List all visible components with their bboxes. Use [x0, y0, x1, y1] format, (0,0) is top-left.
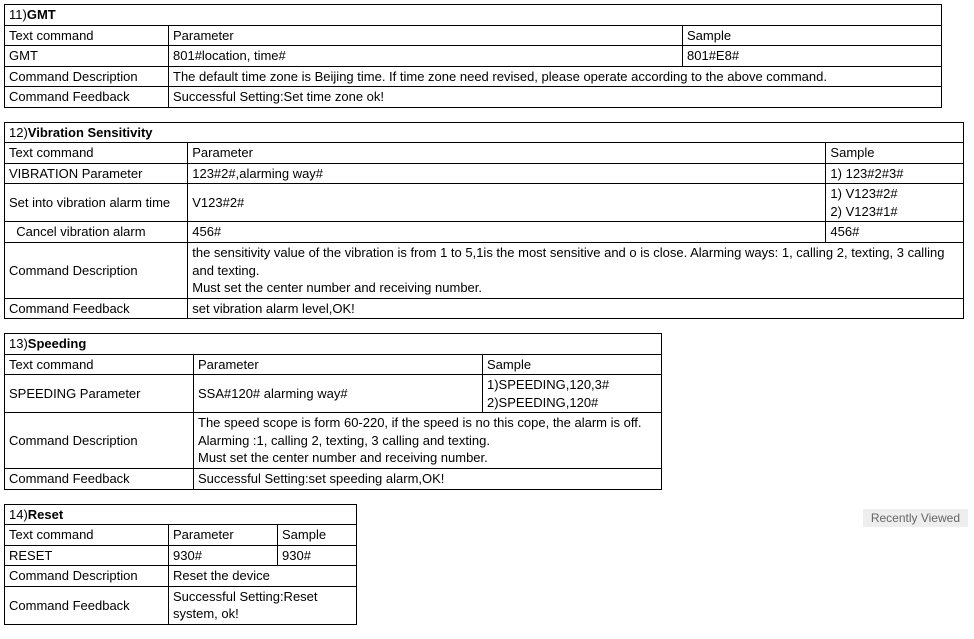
vib-title: Vibration Sensitivity — [28, 125, 153, 140]
rst-h-sample: Sample — [278, 525, 357, 546]
spd-desc: The speed scope is form 60-220, if the s… — [194, 413, 662, 469]
gmt-fb: Successful Setting:Set time zone ok! — [169, 87, 942, 108]
spd-title: Speeding — [28, 336, 87, 351]
vib-fb-label: Command Feedback — [5, 298, 188, 319]
vib-desc-label: Command Description — [5, 243, 188, 299]
gmt-title: GMT — [27, 7, 56, 22]
gmt-fb-label: Command Feedback — [5, 87, 169, 108]
table-reset: 14)Reset Text command Parameter Sample R… — [4, 504, 357, 625]
spd-fb: Successful Setting:set speeding alarm,OK… — [194, 469, 662, 490]
rst-fb-label: Command Feedback — [5, 586, 169, 624]
gmt-title-row: 11)GMT — [5, 5, 942, 26]
table-gmt: 11)GMT Text command Parameter Sample GMT… — [4, 4, 942, 108]
spd-h-param: Parameter — [194, 354, 483, 375]
spd-desc-label: Command Description — [5, 413, 194, 469]
vib-r1-sample: 1) 123#2#3# — [826, 163, 964, 184]
rst-title: Reset — [28, 507, 63, 522]
gmt-r1-sample: 801#E8# — [683, 46, 942, 67]
vib-r3-sample: 456# — [826, 222, 964, 243]
vib-h-sample: Sample — [826, 143, 964, 164]
recently-viewed-button[interactable]: Recently Viewed — [863, 509, 968, 527]
gmt-desc-label: Command Description — [5, 66, 169, 87]
rst-desc: Reset the device — [169, 566, 357, 587]
vib-title-row: 12)Vibration Sensitivity — [5, 122, 964, 143]
rst-h-param: Parameter — [169, 525, 278, 546]
spd-r1-sample: 1)SPEEDING,120,3# 2)SPEEDING,120# — [483, 375, 662, 413]
rst-num: 14) — [9, 507, 28, 522]
spd-r1-param: SSA#120# alarming way# — [194, 375, 483, 413]
rst-r1-text: RESET — [5, 545, 169, 566]
vib-r3-text: Cancel vibration alarm — [5, 222, 188, 243]
gmt-desc: The default time zone is Beijing time. I… — [169, 66, 942, 87]
vib-r2-sample: 1) V123#2# 2) V123#1# — [826, 184, 964, 222]
vib-r2-param: V123#2# — [188, 184, 826, 222]
gmt-h-param: Parameter — [169, 25, 683, 46]
spd-fb-label: Command Feedback — [5, 469, 194, 490]
vib-r1-param: 123#2#,alarming way# — [188, 163, 826, 184]
gmt-r1-param: 801#location, time# — [169, 46, 683, 67]
gmt-r1-text: GMT — [5, 46, 169, 67]
rst-r1-param: 930# — [169, 545, 278, 566]
table-vibration: 12)Vibration Sensitivity Text command Pa… — [4, 122, 964, 319]
rst-r1-sample: 930# — [278, 545, 357, 566]
vib-r1-text: VIBRATION Parameter — [5, 163, 188, 184]
vib-h-param: Parameter — [188, 143, 826, 164]
spd-num: 13) — [9, 336, 28, 351]
vib-r2-text: Set into vibration alarm time — [5, 184, 188, 222]
table-speeding: 13)Speeding Text command Parameter Sampl… — [4, 333, 662, 489]
gmt-h-text: Text command — [5, 25, 169, 46]
vib-h-text: Text command — [5, 143, 188, 164]
spd-h-sample: Sample — [483, 354, 662, 375]
rst-desc-label: Command Description — [5, 566, 169, 587]
gmt-h-sample: Sample — [683, 25, 942, 46]
gmt-num: 11) — [9, 7, 27, 22]
spd-h-text: Text command — [5, 354, 194, 375]
vib-r3-param: 456# — [188, 222, 826, 243]
vib-desc: the sensitivity value of the vibration i… — [188, 243, 964, 299]
rst-h-text: Text command — [5, 525, 169, 546]
spd-title-row: 13)Speeding — [5, 334, 662, 355]
rst-fb: Successful Setting:Reset system, ok! — [169, 586, 357, 624]
vib-num: 12) — [9, 125, 28, 140]
spd-r1-text: SPEEDING Parameter — [5, 375, 194, 413]
rst-title-row: 14)Reset — [5, 504, 357, 525]
recently-viewed-label: Recently Viewed — [871, 511, 960, 525]
vib-fb: set vibration alarm level,OK! — [188, 298, 964, 319]
